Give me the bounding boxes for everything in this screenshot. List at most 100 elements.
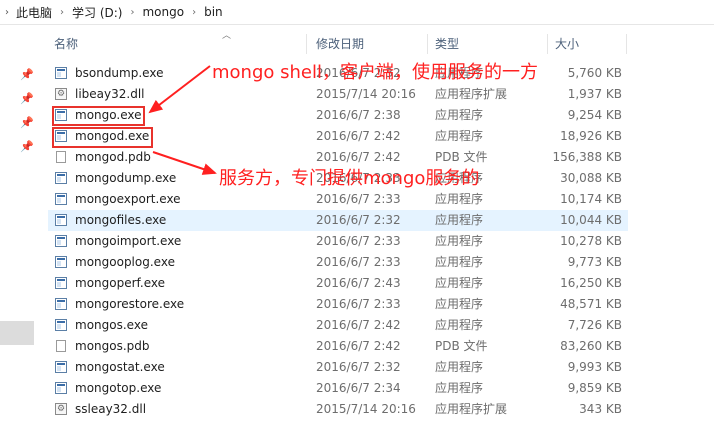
file-name: bsondump.exe	[75, 66, 164, 80]
file-type: 应用程序扩展	[435, 402, 508, 416]
exe-icon	[55, 172, 67, 184]
file-size: 1,937 KB	[567, 87, 622, 101]
file-date: 2016/6/7 2:33	[316, 297, 401, 311]
pin-icon[interactable]: 📌	[20, 93, 34, 105]
file-size: 7,726 KB	[567, 318, 622, 332]
exe-icon	[55, 298, 67, 310]
exe-icon	[55, 277, 67, 289]
breadcrumb-drive-d[interactable]: 学习 (D:)	[70, 4, 124, 21]
column-type[interactable]: 类型	[435, 32, 459, 56]
file-name: mongos.exe	[75, 318, 148, 332]
file-name: mongofiles.exe	[75, 213, 167, 227]
file-date: 2016/6/7 2:32	[316, 213, 401, 227]
file-size: 5,760 KB	[567, 66, 622, 80]
file-size: 9,773 KB	[567, 255, 622, 269]
file-type: PDB 文件	[435, 339, 488, 353]
dll-icon	[55, 84, 67, 105]
file-type: 应用程序	[435, 129, 484, 143]
file-type: 应用程序	[435, 360, 484, 374]
file-name: mongostat.exe	[75, 360, 165, 374]
chevron-right-icon[interactable]: ›	[186, 7, 202, 18]
breadcrumb-mongo[interactable]: mongo	[140, 5, 186, 19]
chevron-right-icon[interactable]: ›	[124, 7, 140, 18]
file-date: 2016/6/7 2:38	[316, 108, 401, 122]
file-size: 9,993 KB	[567, 360, 622, 374]
file-date: 2016/6/7 2:33	[316, 255, 401, 269]
file-row[interactable]: mongoperf.exe 2016/6/7 2:43 应用程序 16,250 KB	[48, 273, 628, 294]
file-date: 2016/6/7 2:42	[316, 129, 401, 143]
chevron-right-icon[interactable]: ›	[0, 7, 14, 18]
annotation-mongod-server: 服务方，专门提供mongo服务的	[219, 168, 480, 189]
file-date: 2016/6/7 2:33	[316, 234, 401, 248]
mongod-exe-highlight-box	[52, 127, 153, 148]
file-size: 9,859 KB	[567, 381, 622, 395]
file-date: 2016/6/7 2:42	[316, 339, 401, 353]
file-type: 应用程序	[435, 318, 484, 332]
file-type: 应用程序	[435, 192, 484, 206]
file-date: 2016/6/7 2:34	[316, 381, 401, 395]
column-divider[interactable]	[427, 34, 428, 54]
breadcrumb-bin[interactable]: bin	[202, 5, 225, 19]
exe-icon	[55, 319, 67, 331]
column-date[interactable]: 修改日期	[316, 32, 364, 56]
file-date: 2016/6/7 2:43	[316, 276, 401, 290]
file-name: mongod.pdb	[75, 150, 151, 164]
file-row[interactable]: libeay32.dll 2015/7/14 20:16 应用程序扩展 1,937 K…	[48, 84, 628, 105]
navigation-pane: 📌 📌 📌 📌	[0, 25, 40, 431]
file-size: 9,254 KB	[567, 108, 622, 122]
mongo-exe-highlight-box	[52, 106, 145, 126]
file-icon	[56, 151, 66, 163]
chevron-right-icon[interactable]: ›	[54, 7, 70, 18]
file-type: 应用程序	[435, 255, 484, 269]
file-size: 343 KB	[579, 402, 622, 416]
file-row[interactable]: ssleay32.dll 2015/7/14 20:16 应用程序扩展 343 KB	[48, 399, 628, 420]
file-row[interactable]: mongooplog.exe 2016/6/7 2:33 应用程序 9,773 KB	[48, 252, 628, 273]
file-type: 应用程序	[435, 213, 484, 227]
address-bar[interactable]: › 此电脑 › 学习 (D:) › mongo › bin	[0, 0, 714, 25]
file-row[interactable]: mongoexport.exe 2016/6/7 2:33 应用程序 10,174 K…	[48, 189, 628, 210]
file-size: 48,571 KB	[560, 297, 622, 311]
file-type: 应用程序	[435, 108, 484, 122]
column-divider[interactable]	[547, 34, 548, 54]
column-size[interactable]: 大小	[555, 32, 579, 56]
file-row[interactable]: mongos.pdb 2016/6/7 2:42 PDB 文件 83,260 KB	[48, 336, 628, 357]
sort-up-icon: ︿	[222, 31, 232, 41]
pin-icon[interactable]: 📌	[20, 141, 34, 153]
file-icon	[56, 340, 66, 352]
file-name: mongodump.exe	[75, 171, 177, 185]
exe-icon	[55, 256, 67, 268]
file-name: mongoperf.exe	[75, 276, 165, 290]
breadcrumb-this-pc[interactable]: 此电脑	[14, 4, 54, 21]
file-name: mongorestore.exe	[75, 297, 185, 311]
file-row[interactable]: mongoimport.exe 2016/6/7 2:33 应用程序 10,278 K…	[48, 231, 628, 252]
file-type: 应用程序	[435, 381, 484, 395]
file-row[interactable]: mongostat.exe 2016/6/7 2:32 应用程序 9,993 KB	[48, 357, 628, 378]
nav-pane-selected-item[interactable]	[0, 321, 34, 345]
pin-icon[interactable]: 📌	[20, 69, 34, 81]
file-type: 应用程序扩展	[435, 87, 508, 101]
annotation-mongo-shell: mongo shell，客户端，使用服务的一方	[212, 62, 538, 83]
file-size: 83,260 KB	[560, 339, 622, 353]
exe-icon	[55, 214, 67, 226]
file-row[interactable]: mongotop.exe 2016/6/7 2:34 应用程序 9,859 KB	[48, 378, 628, 399]
column-name[interactable]: 名称	[54, 32, 78, 56]
file-size: 30,088 KB	[560, 171, 622, 185]
dll-icon	[55, 399, 67, 420]
column-divider[interactable]	[306, 34, 307, 54]
file-name: ssleay32.dll	[75, 402, 147, 416]
file-date: 2015/7/14 20:16	[316, 402, 416, 416]
file-type: 应用程序	[435, 276, 484, 290]
file-row[interactable]: mongos.exe 2016/6/7 2:42 应用程序 7,726 KB	[48, 315, 628, 336]
file-size: 18,926 KB	[560, 129, 622, 143]
pin-icon[interactable]: 📌	[20, 117, 34, 129]
exe-icon	[55, 361, 67, 373]
file-date: 2016/6/7 2:33	[316, 192, 401, 206]
file-size: 16,250 KB	[560, 276, 622, 290]
file-row[interactable]: mongorestore.exe 2016/6/7 2:33 应用程序 48,571 …	[48, 294, 628, 315]
file-date: 2016/6/7 2:32	[316, 360, 401, 374]
file-name: mongos.pdb	[75, 339, 150, 353]
exe-icon	[55, 193, 67, 205]
column-divider[interactable]	[626, 34, 627, 54]
file-name: mongoexport.exe	[75, 192, 181, 206]
file-row[interactable]: mongofiles.exe 2016/6/7 2:32 应用程序 10,044 KB	[48, 210, 628, 231]
